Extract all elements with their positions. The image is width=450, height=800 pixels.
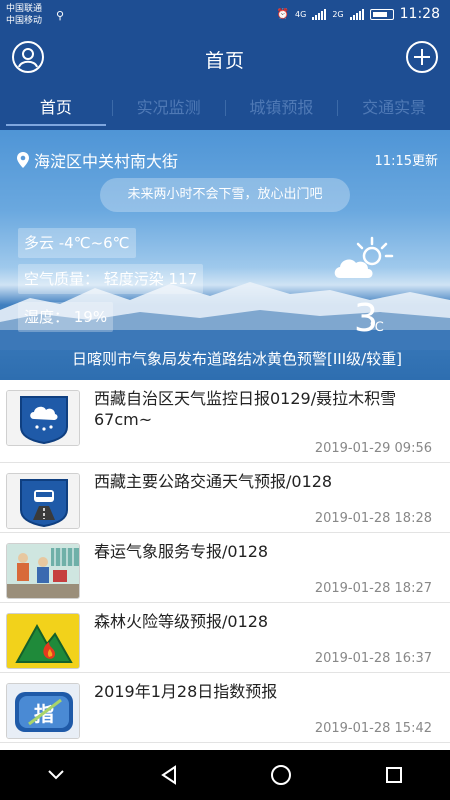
temperature-unit: ℃	[369, 320, 384, 335]
list-item[interactable]: 西藏自治区天气监控日报0129/聂拉木积雪67cm~ 2019-01-29 09…	[0, 380, 450, 463]
partly-cloudy-icon	[334, 236, 394, 278]
signal-2-icon	[349, 8, 364, 20]
air-quality: 空气质量： 轻度污染 117	[18, 264, 204, 294]
status-indicators: ⏰ 4G 2G 11:28	[277, 6, 440, 22]
status-time: 11:28	[399, 6, 440, 22]
news-list: 西藏自治区天气监控日报0129/聂拉木积雪67cm~ 2019-01-29 09…	[0, 380, 450, 750]
weather-alert-ticker[interactable]: 日喀则市气象局发布道路结冰黄色预警[III级/较重]	[72, 348, 402, 369]
plus-icon	[414, 49, 430, 65]
list-item[interactable]: 春运气象服务专报/0128 2019-01-28 18:27	[0, 533, 450, 603]
location[interactable]: 海淀区中关村南大街	[16, 148, 178, 172]
news-title: 西藏主要公路交通天气预报/0128	[94, 472, 333, 491]
usb-icon: ⚲	[56, 9, 65, 22]
weather-condition: 多云 -4℃~6℃	[18, 228, 136, 258]
tab-bar: 首页 实况监测 城镇预报 交通实景	[0, 86, 450, 130]
add-button[interactable]	[406, 41, 438, 73]
road-car-icon	[6, 473, 80, 529]
news-title: 森林火险等级预报/0128	[94, 612, 269, 631]
tab-town-forecast[interactable]: 城镇预报	[226, 86, 338, 130]
home-button[interactable]	[261, 755, 301, 795]
snow-cloud-icon	[6, 390, 80, 446]
news-title: 2019年1月28日指数预报	[94, 682, 278, 701]
recents-button[interactable]	[374, 755, 414, 795]
chevron-down-icon	[48, 770, 64, 780]
forest-fire-icon	[6, 613, 80, 669]
humidity: 湿度： 19%	[18, 302, 114, 332]
signal-1-icon	[312, 8, 327, 20]
news-date: 2019-01-29 09:56	[314, 441, 432, 456]
alarm-icon: ⏰	[276, 8, 290, 20]
recents-square-icon	[385, 767, 402, 783]
status-bar: 中国联通 中国移动 ⚲ ⏰ 4G 2G 11:28	[0, 0, 450, 32]
news-title: 西藏自治区天气监控日报0129/聂拉木积雪67cm~	[94, 389, 397, 429]
travelers-photo	[6, 543, 80, 599]
carrier-2: 中国移动	[6, 16, 43, 26]
network-1-label: 4G	[295, 9, 307, 19]
news-date: 2019-01-28 15:42	[314, 721, 432, 736]
back-button[interactable]	[149, 755, 189, 795]
weather-panel[interactable]: 海淀区中关村南大街 11:15更新 未来两小时不会下雪，放心出门吧 多云 -4℃…	[0, 130, 450, 380]
page-title: 首页	[204, 50, 245, 72]
list-item[interactable]: 森林火险等级预报/0128 2019-01-28 16:37	[0, 603, 450, 673]
system-nav-bar	[0, 750, 450, 800]
tab-live-monitoring[interactable]: 实况监测	[113, 86, 225, 130]
list-item[interactable]: 指 2019年1月28日指数预报 2019-01-28 15:42	[0, 673, 450, 743]
news-date: 2019-01-28 18:27	[314, 581, 432, 596]
home-circle-icon	[271, 765, 292, 785]
back-triangle-icon	[160, 765, 176, 785]
nowcast-tip: 未来两小时不会下雪，放心出门吧	[100, 178, 350, 212]
news-title: 春运气象服务专报/0128	[94, 542, 269, 561]
tab-home[interactable]: 首页	[0, 86, 112, 130]
list-item[interactable]: 西藏主要公路交通天气预报/0128 2019-01-28 18:28	[0, 463, 450, 533]
location-name: 海淀区中关村南大街	[34, 152, 179, 171]
app-header: 首页	[0, 32, 450, 86]
battery-icon	[369, 8, 394, 20]
tab-traffic-live[interactable]: 交通实景	[338, 86, 450, 130]
carrier-1: 中国联通	[6, 4, 43, 14]
news-date: 2019-01-28 18:28	[314, 511, 432, 526]
news-date: 2019-01-28 16:37	[314, 651, 432, 666]
update-time: 11:15更新	[374, 154, 438, 169]
location-pin-icon	[17, 152, 29, 168]
network-2-label: 2G	[332, 9, 344, 19]
index-icon: 指	[6, 683, 80, 739]
carrier-info: 中国联通 中国移动	[6, 3, 42, 27]
hide-nav-button[interactable]	[36, 755, 76, 795]
